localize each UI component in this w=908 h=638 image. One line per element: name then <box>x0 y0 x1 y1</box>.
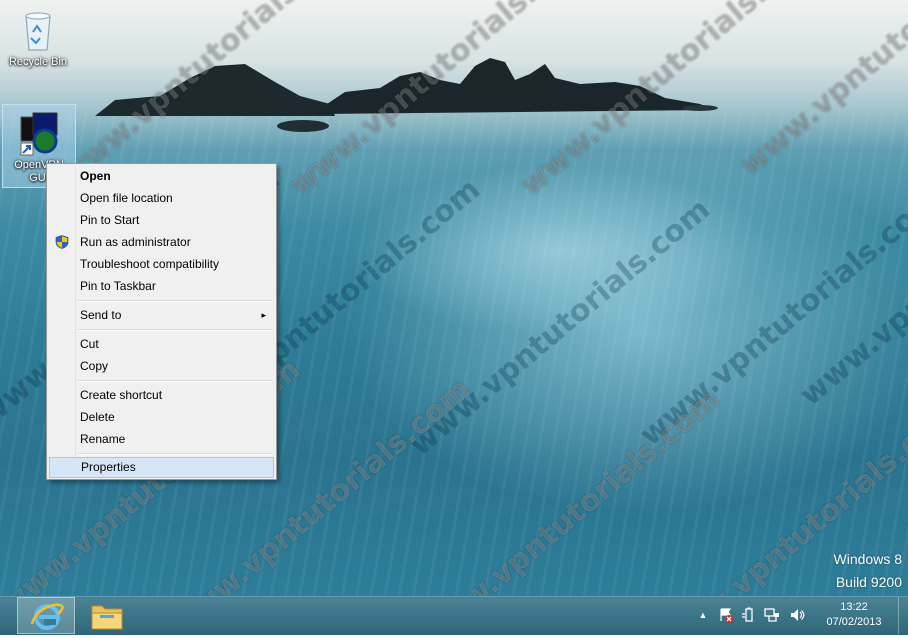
network-icon[interactable] <box>764 607 780 623</box>
menu-item-label: Open file location <box>80 191 173 205</box>
menu-item-run-as-administrator[interactable]: Run as administrator <box>49 232 274 252</box>
clock-date: 07/02/2013 <box>826 616 882 628</box>
os-name-label: Windows 8 <box>833 551 902 567</box>
menu-item-label: Create shortcut <box>80 388 163 402</box>
menu-item-troubleshoot-compatibility[interactable]: Troubleshoot compatibility <box>49 254 274 274</box>
taskbar-clock[interactable]: 13:22 07/02/2013 <box>818 600 890 630</box>
menu-item-label: Open <box>80 169 111 183</box>
file-explorer-icon <box>91 605 123 630</box>
menu-separator <box>78 380 272 382</box>
menu-item-copy[interactable]: Copy <box>49 356 274 376</box>
menu-item-label: Properties <box>81 460 136 474</box>
menu-item-label: Pin to Start <box>80 213 140 227</box>
uac-shield-icon <box>55 235 69 249</box>
internet-explorer-icon <box>30 603 64 630</box>
menu-separator <box>78 300 272 302</box>
show-desktop-button[interactable] <box>898 597 908 634</box>
menu-item-label: Delete <box>80 410 115 424</box>
menu-item-label: Troubleshoot compatibility <box>80 257 219 271</box>
recycle-bin-icon <box>14 6 62 54</box>
wallpaper-rocks <box>95 58 718 132</box>
menu-item-label: Copy <box>80 359 109 373</box>
clock-time: 13:22 <box>840 601 868 613</box>
taskbar: ▲ 13:22 07/02/2013 <box>0 596 908 635</box>
menu-item-cut[interactable]: Cut <box>49 334 274 354</box>
menu-item-pin-to-start[interactable]: Pin to Start <box>49 210 274 230</box>
power-icon[interactable] <box>741 607 757 623</box>
action-center-icon[interactable] <box>718 607 734 623</box>
show-hidden-icons-button[interactable]: ▲ <box>695 607 711 623</box>
menu-item-open[interactable]: Open <box>49 166 274 186</box>
menu-item-label: Cut <box>80 337 99 351</box>
taskbar-internet-explorer-button[interactable] <box>17 597 75 634</box>
context-menu: Open Open file location Pin to Start Run… <box>46 163 277 480</box>
menu-item-properties[interactable]: Properties <box>49 457 274 478</box>
menu-item-label: Send to <box>80 308 122 322</box>
menu-item-label: Pin to Taskbar <box>80 279 156 293</box>
menu-separator <box>78 329 272 331</box>
submenu-arrow-icon: ▸ <box>261 310 266 320</box>
menu-item-pin-to-taskbar[interactable]: Pin to Taskbar <box>49 276 274 296</box>
menu-item-rename[interactable]: Rename <box>49 429 274 449</box>
menu-item-label: Run as administrator <box>80 235 191 249</box>
menu-item-label: Rename <box>80 432 126 446</box>
recycle-bin-label: Recycle Bin <box>8 56 68 68</box>
menu-item-create-shortcut[interactable]: Create shortcut <box>49 385 274 405</box>
menu-item-delete[interactable]: Delete <box>49 407 274 427</box>
menu-separator <box>78 453 272 455</box>
taskbar-file-explorer-button[interactable] <box>78 597 136 634</box>
volume-icon[interactable] <box>789 607 805 623</box>
os-build-label: Build 9200 <box>835 574 902 590</box>
recycle-bin-shortcut[interactable]: Recycle Bin <box>2 2 74 72</box>
menu-item-send-to[interactable]: Send to ▸ <box>49 305 274 325</box>
openvpn-shortcut-icon <box>15 109 63 157</box>
menu-item-open-file-location[interactable]: Open file location <box>49 188 274 208</box>
